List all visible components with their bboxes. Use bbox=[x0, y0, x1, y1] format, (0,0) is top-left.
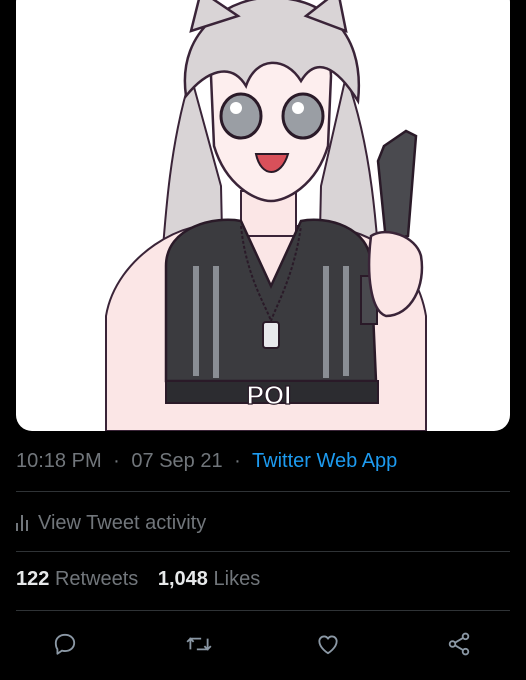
likes-stat[interactable]: 1,048 Likes bbox=[158, 568, 260, 590]
divider bbox=[16, 551, 510, 552]
tweet-timestamp-line: 10:18 PM · 07 Sep 21 · Twitter Web App bbox=[16, 450, 397, 473]
share-icon bbox=[448, 632, 470, 656]
tweet-action-bar bbox=[0, 624, 526, 664]
separator: · bbox=[234, 450, 241, 472]
tweet-source-link[interactable]: Twitter Web App bbox=[252, 450, 397, 472]
likes-label: Likes bbox=[213, 568, 261, 590]
divider bbox=[16, 610, 510, 611]
retweets-label: Retweets bbox=[54, 568, 139, 590]
share-button[interactable] bbox=[443, 628, 475, 660]
retweets-stat[interactable]: 122 Retweets bbox=[16, 568, 144, 590]
tweet-stats: 122 Retweets 1,048 Likes bbox=[16, 568, 260, 591]
retweets-count: 122 bbox=[16, 568, 50, 590]
like-button[interactable] bbox=[312, 628, 344, 660]
analytics-icon bbox=[16, 515, 28, 531]
view-tweet-activity-label: View Tweet activity bbox=[38, 511, 207, 534]
image-caption: POI bbox=[247, 380, 292, 410]
tweet-time[interactable]: 10:18 PM bbox=[16, 450, 102, 472]
separator: · bbox=[113, 450, 120, 472]
divider bbox=[16, 491, 510, 492]
view-tweet-activity-button[interactable]: View Tweet activity bbox=[16, 508, 206, 538]
reply-button[interactable] bbox=[49, 628, 81, 660]
tweet-media-image[interactable]: POI bbox=[16, 0, 510, 431]
reply-icon bbox=[54, 633, 76, 655]
tweet-date[interactable]: 07 Sep 21 bbox=[131, 450, 222, 472]
anime-girl-illustration: POI bbox=[105, 0, 427, 431]
like-icon bbox=[318, 635, 338, 655]
retweet-icon bbox=[186, 637, 212, 651]
likes-count: 1,048 bbox=[157, 568, 208, 590]
retweet-button[interactable] bbox=[183, 628, 215, 660]
